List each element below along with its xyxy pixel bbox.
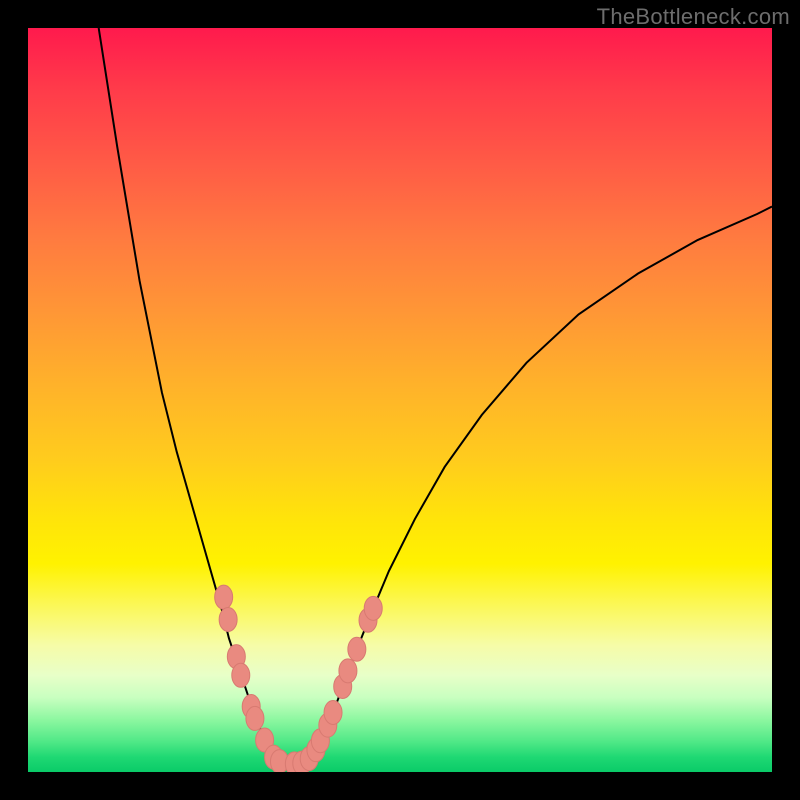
marker-group [215,585,383,772]
curve-marker [364,596,382,620]
curve-marker [215,585,233,609]
curve-marker [232,663,250,687]
curve-marker [348,637,366,661]
watermark-text: TheBottleneck.com [597,4,790,30]
chart-svg [28,28,772,772]
curve-marker [246,706,264,730]
curve-marker [339,659,357,683]
curve-marker [324,700,342,724]
curve-marker [219,607,237,631]
bottleneck-curve [99,28,772,764]
plot-area [28,28,772,772]
outer-frame: TheBottleneck.com [0,0,800,800]
